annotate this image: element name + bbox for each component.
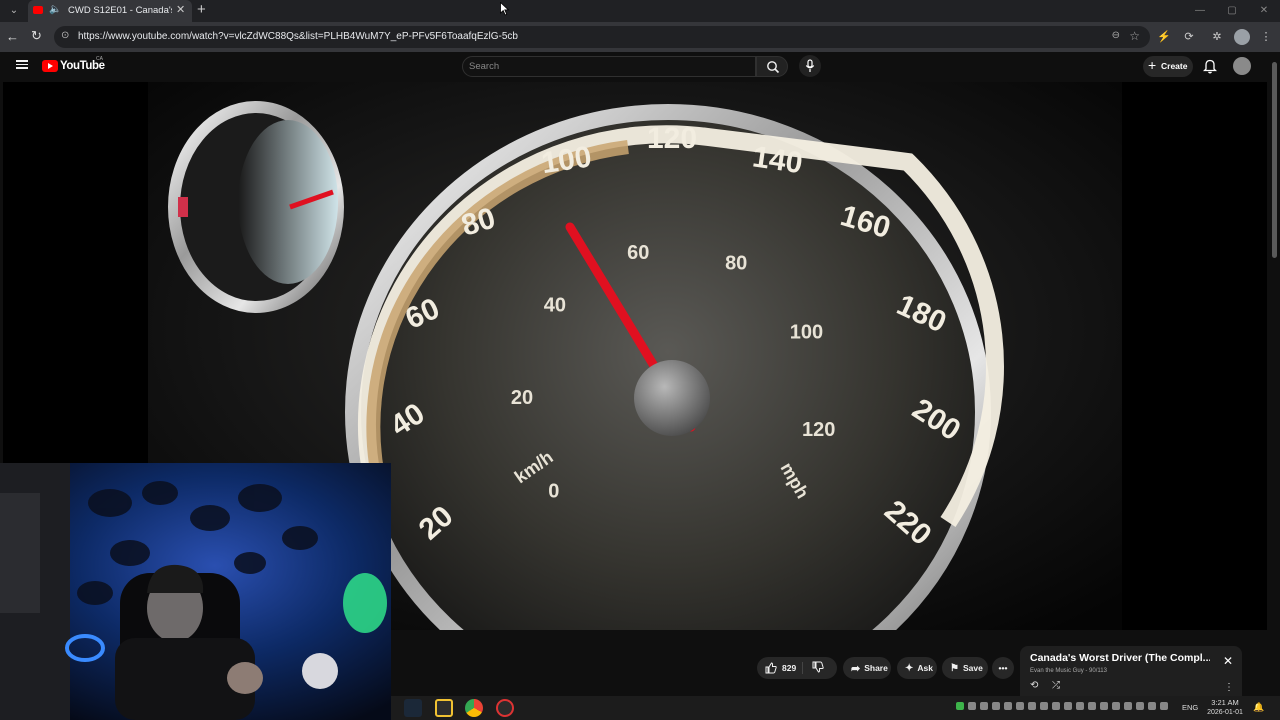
url-text[interactable]: https://www.youtube.com/watch?v=vlcZdWC8… [78, 31, 518, 42]
browser-menu-icon[interactable]: ⋮ [1259, 30, 1273, 44]
youtube-masthead: YouTube CA + Create [0, 52, 1280, 82]
playlist-more-icon[interactable]: ⋮ [1224, 682, 1234, 693]
mouse-cursor-icon [500, 2, 510, 16]
window-close-icon[interactable]: ✕ [1248, 0, 1280, 22]
sync-icon[interactable]: ⟳ [1182, 30, 1196, 44]
voice-search-button[interactable] [799, 55, 821, 77]
notification-center-icon[interactable]: 🔔 [1253, 702, 1264, 713]
playlist-subtitle: Evan the Music Guy - 90/113 [1030, 668, 1107, 674]
mph-label: 20 [511, 387, 533, 409]
notifications-bell-icon[interactable] [1203, 58, 1217, 74]
browser-tab-active[interactable]: 🔈 CWD S12E01 - Canada's Worst Driver ✕ [28, 0, 192, 22]
save-button[interactable]: ⚑ Save [942, 657, 988, 679]
minimize-icon[interactable]: — [1184, 0, 1216, 22]
ask-button[interactable]: ✦ Ask [897, 657, 937, 679]
reload-icon[interactable]: ↻ [31, 28, 42, 44]
bookmark-star-icon[interactable]: ☆ [1129, 29, 1140, 43]
more-horizontal-icon: ••• [998, 663, 1008, 673]
browser-toolbar: ← ↻ ⊙ https://www.youtube.com/watch?v=vl… [0, 22, 1280, 52]
account-avatar[interactable] [1233, 57, 1251, 75]
zoom-icon[interactable]: ⊖ [1112, 30, 1120, 41]
mph-label: 0 [548, 480, 559, 502]
shuffle-icon[interactable]: ⤮ [1052, 680, 1060, 691]
new-tab-button[interactable]: + [197, 1, 206, 18]
hamburger-menu-icon[interactable] [16, 58, 28, 70]
save-bookmark-icon: ⚑ [950, 662, 959, 674]
mph-label: 40 [544, 294, 566, 316]
back-arrow-icon[interactable]: ← [6, 29, 19, 44]
window-controls: — ▢ ✕ [1184, 0, 1280, 22]
browser-tab-strip: ⌄ 🔈 CWD S12E01 - Canada's Worst Driver ✕… [0, 0, 1280, 22]
thumbs-down-icon [812, 661, 824, 673]
system-tray-icons[interactable] [956, 702, 1168, 714]
create-label: Create [1161, 61, 1188, 71]
sparkle-icon: ✦ [905, 662, 914, 674]
plus-icon: + [1148, 57, 1157, 73]
mph-label: 120 [802, 419, 835, 441]
needle-hub [634, 360, 710, 436]
share-label: Share [864, 663, 888, 673]
fuel-gauge [168, 101, 344, 313]
clock-time[interactable]: 3:21 AM [1205, 698, 1245, 708]
chrome-app-icon[interactable] [465, 699, 483, 717]
mph-label: 80 [725, 252, 747, 274]
dislike-button[interactable] [803, 661, 824, 675]
site-info-icon[interactable]: ⊙ [61, 30, 69, 41]
clock-date[interactable]: 2026-01-01 [1205, 708, 1245, 718]
windows-taskbar: ENG 3:21 AM 2026-01-01 🔔 [391, 696, 1280, 720]
browser-profile-avatar[interactable] [1234, 29, 1250, 45]
youtube-logo-icon[interactable] [42, 60, 58, 72]
language-indicator[interactable]: ENG [1182, 703, 1198, 712]
playlist-title[interactable]: Canada's Worst Driver (The Compl... [1030, 652, 1210, 664]
more-actions-button[interactable]: ••• [992, 657, 1014, 679]
obs-app-icon[interactable] [496, 699, 514, 717]
extensions-puzzle-icon[interactable]: ✲ [1210, 30, 1224, 44]
maximize-icon[interactable]: ▢ [1216, 0, 1248, 22]
tab-list-chevron-icon[interactable]: ⌄ [6, 3, 22, 19]
like-dislike-group: 829 [757, 657, 837, 679]
share-arrow-icon: ➦ [851, 662, 861, 675]
country-code: CA [96, 56, 103, 62]
page-scrollbar-thumb[interactable] [1272, 62, 1277, 258]
search-icon [767, 61, 780, 74]
share-button[interactable]: ➦ Share [843, 657, 891, 679]
tab-close-icon[interactable]: ✕ [176, 3, 185, 16]
playlist-close-icon[interactable]: ✕ [1223, 654, 1233, 668]
loop-icon[interactable]: ⟲ [1030, 680, 1038, 691]
search-button[interactable] [756, 56, 788, 77]
save-label: Save [962, 663, 983, 673]
file-explorer-app-icon[interactable] [435, 699, 453, 717]
mph-label: 100 [790, 322, 823, 344]
kmh-label: 120 [647, 122, 697, 155]
thumbs-up-icon [765, 662, 777, 674]
extension-icon[interactable]: ⚡ [1157, 30, 1171, 44]
webcam-overlay [0, 463, 391, 720]
search-box [462, 56, 756, 77]
like-count: 829 [782, 663, 797, 673]
webcam-scene [0, 463, 391, 720]
address-bar[interactable]: ⊙ https://www.youtube.com/watch?v=vlcZdW… [54, 26, 1150, 48]
youtube-favicon-icon [33, 6, 43, 14]
speaker-icon[interactable]: 🔈 [49, 4, 61, 15]
tab-title: CWD S12E01 - Canada's Worst Driver [68, 5, 172, 16]
ask-label: Ask [917, 663, 933, 673]
microphone-icon [805, 59, 815, 72]
playlist-panel[interactable]: Canada's Worst Driver (The Compl... Evan… [1020, 646, 1242, 696]
create-button[interactable]: + Create [1143, 56, 1193, 77]
like-button[interactable]: 829 [757, 662, 803, 674]
mph-label: 60 [627, 242, 649, 264]
page-scrollbar[interactable] [1270, 52, 1280, 696]
search-input[interactable] [469, 61, 749, 72]
steam-app-icon[interactable] [404, 699, 422, 717]
